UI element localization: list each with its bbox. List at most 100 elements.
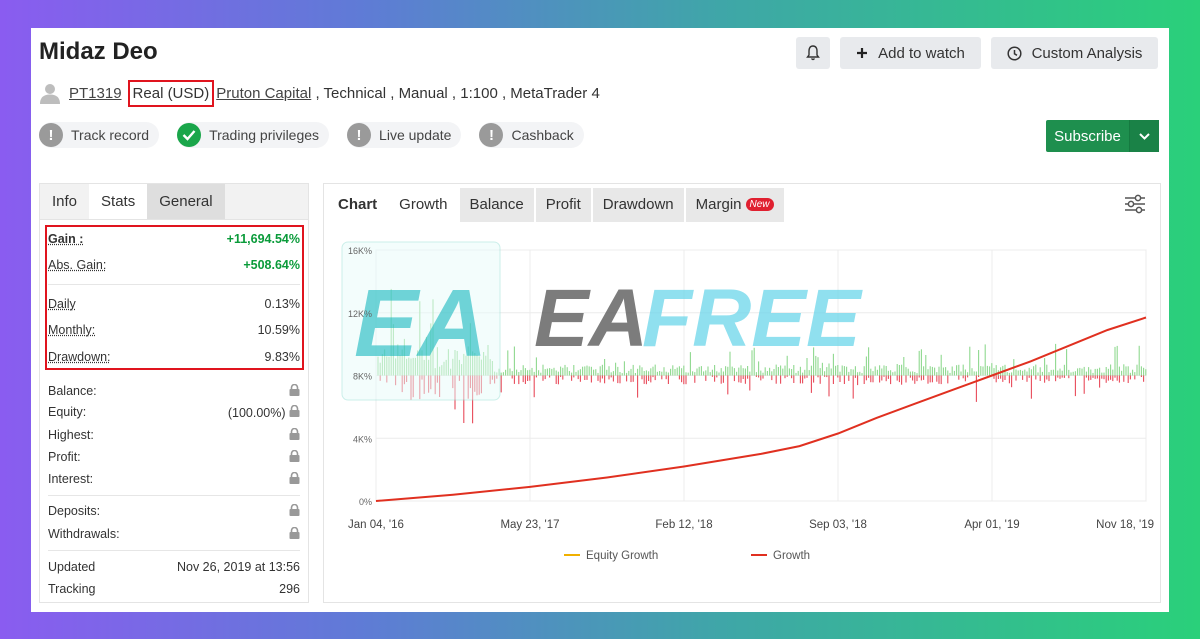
stat-value: 9.83% xyxy=(264,350,300,364)
stat-label: Balance: xyxy=(48,384,97,398)
stat-monthly: Monthly: 10.59% xyxy=(48,323,300,337)
stat-value: Nov 26, 2019 at 13:56 xyxy=(176,560,300,574)
watermark-text-left: EA xyxy=(534,273,648,364)
stat-label[interactable]: Gain : xyxy=(48,232,83,246)
legend-label: Growth xyxy=(773,550,810,562)
chevron-down-icon[interactable] xyxy=(1129,120,1159,152)
stat-value: 10.59% xyxy=(257,323,300,337)
exclamation-icon: ! xyxy=(347,123,372,147)
divider xyxy=(48,550,300,551)
stat-tracking: Tracking 296 xyxy=(48,582,300,596)
badge-cashback[interactable]: ! Cashback xyxy=(479,122,584,148)
stat-updated: Updated Nov 26, 2019 at 13:56 xyxy=(48,560,300,574)
tab-info[interactable]: Info xyxy=(40,184,89,219)
custom-analysis-button[interactable]: Custom Analysis xyxy=(991,37,1158,69)
badge-label: Trading privileges xyxy=(209,127,320,143)
stat-deposits: Deposits: xyxy=(48,503,300,519)
account-id-link[interactable]: PT1319 xyxy=(69,85,122,102)
stat-value: (100.00%) xyxy=(227,406,286,420)
badge-label: Track record xyxy=(71,127,150,143)
tab-margin-label: Margin xyxy=(695,196,742,213)
stat-balance: Balance: xyxy=(48,383,300,399)
account-meta: PT1319 Real (USD) Pruton Capital , Techn… xyxy=(39,79,600,107)
stat-equity: Equity: (100.00%) xyxy=(48,404,300,420)
tab-chart[interactable]: Chart xyxy=(328,188,387,222)
plus-icon xyxy=(857,48,868,58)
badge-trading-privileges[interactable]: Trading privileges xyxy=(177,122,330,148)
stat-value: +508.64% xyxy=(243,258,300,272)
add-to-watch-label: Add to watch xyxy=(878,44,965,62)
badge-row: ! Track record Trading privileges ! Live… xyxy=(39,122,602,148)
badge-label: Live update xyxy=(379,127,452,143)
stat-value: 0.13% xyxy=(264,297,300,311)
add-to-watch-button[interactable]: Add to watch xyxy=(840,37,981,69)
watermark-logo-text: EA xyxy=(354,270,487,377)
stat-value: 296 xyxy=(279,582,300,596)
lock-icon xyxy=(289,449,300,465)
stat-label: Withdrawals: xyxy=(48,527,120,541)
notification-button[interactable] xyxy=(796,37,830,69)
stat-label[interactable]: Drawdown: xyxy=(48,350,111,364)
x-tick-label: Jan 04, '16 xyxy=(348,519,404,531)
x-tick-labels: Jan 04, '16 May 23, '17 Feb 12, '18 Sep 03,… xyxy=(348,519,1154,531)
lock-icon xyxy=(289,383,300,399)
stat-label: Interest: xyxy=(48,472,94,486)
left-tabs: Info Stats General xyxy=(40,184,308,220)
bell-icon xyxy=(806,45,820,61)
avatar-icon xyxy=(40,84,60,104)
tab-general[interactable]: General xyxy=(147,184,225,219)
stat-label: Deposits: xyxy=(48,504,101,518)
y-tick-label: 0% xyxy=(359,497,372,507)
page-title: Midaz Deo xyxy=(39,38,158,65)
custom-analysis-label: Custom Analysis xyxy=(1031,44,1143,62)
x-tick-label: Feb 12, '18 xyxy=(655,519,712,531)
exclamation-icon: ! xyxy=(39,123,63,147)
clock-icon xyxy=(1007,45,1022,61)
tab-growth[interactable]: Growth xyxy=(389,188,458,222)
stat-label: Tracking xyxy=(48,582,96,596)
tab-margin[interactable]: Margin New xyxy=(685,188,784,222)
lock-icon xyxy=(289,427,300,443)
stat-abs-gain: Abs. Gain: +508.64% xyxy=(48,258,300,272)
lock-icon xyxy=(289,526,300,542)
divider xyxy=(48,284,300,285)
y-tick-label: 8K% xyxy=(353,372,372,382)
tab-drawdown[interactable]: Drawdown xyxy=(592,188,684,222)
stat-daily: Daily 0.13% xyxy=(48,297,300,311)
badge-track-record[interactable]: ! Track record xyxy=(39,122,160,148)
growth-chart[interactable]: EA EA FREE 0% 4K% 8K% 12K% 16K% Jan 04, '16 M… xyxy=(324,228,1160,598)
stat-label[interactable]: Abs. Gain: xyxy=(48,258,106,272)
legend-label: Equity Growth xyxy=(586,550,658,562)
account-type: Real (USD) xyxy=(127,79,215,107)
stats-card: Info Stats General Gain : +11,694.54% Ab… xyxy=(39,183,309,603)
tab-balance[interactable]: Balance xyxy=(459,188,534,222)
stat-label: Profit: xyxy=(48,450,81,464)
y-tick-label: 16K% xyxy=(348,246,372,256)
checkmark-icon xyxy=(177,123,202,147)
stat-withdrawals: Withdrawals: xyxy=(48,526,300,542)
chart-card: Chart Growth Balance Profit Drawdown Mar… xyxy=(323,183,1161,603)
x-tick-label: Sep 03, '18 xyxy=(809,519,867,531)
lock-icon xyxy=(289,471,300,487)
stat-gain: Gain : +11,694.54% xyxy=(48,232,300,246)
stat-label[interactable]: Monthly: xyxy=(48,323,95,337)
lock-icon xyxy=(289,404,300,420)
account-details: , Technical , Manual , 1:100 , MetaTrade… xyxy=(311,84,600,102)
subscribe-button[interactable]: Subscribe xyxy=(1046,120,1159,152)
stat-value: +11,694.54% xyxy=(226,232,300,246)
watermark-text-right: FREE xyxy=(642,273,863,364)
divider xyxy=(48,495,300,496)
sliders-icon[interactable] xyxy=(1124,194,1146,214)
stat-label[interactable]: Daily xyxy=(48,297,76,311)
broker-link[interactable]: Pruton Capital xyxy=(216,85,311,102)
tab-profit[interactable]: Profit xyxy=(535,188,591,222)
x-tick-label: Apr 01, '19 xyxy=(964,519,1019,531)
new-badge: New xyxy=(745,198,774,212)
exclamation-icon: ! xyxy=(479,123,504,147)
badge-label: Cashback xyxy=(511,127,574,143)
y-tick-label: 4K% xyxy=(353,434,372,444)
tab-stats[interactable]: Stats xyxy=(89,184,148,219)
stat-profit: Profit: xyxy=(48,449,300,465)
badge-live-update[interactable]: ! Live update xyxy=(347,122,462,148)
stat-interest: Interest: xyxy=(48,471,300,487)
